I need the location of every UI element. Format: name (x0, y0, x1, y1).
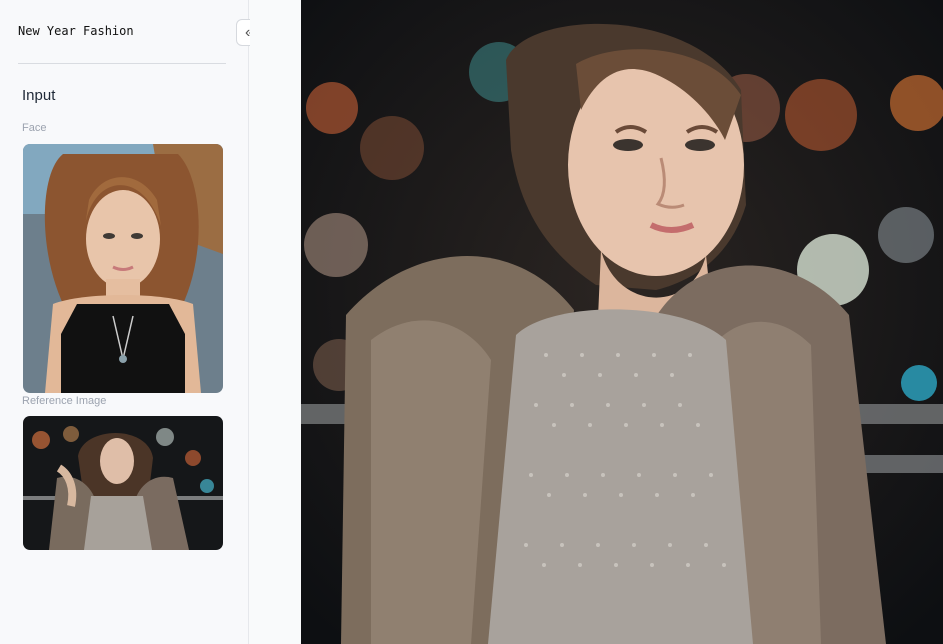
face-image-thumbnail[interactable] (23, 144, 223, 393)
reference-image-label: Reference Image (22, 395, 107, 407)
sidebar: New Year Fashion Input Face Reference Im… (0, 0, 249, 644)
input-section-title: Input (22, 87, 56, 104)
divider (18, 63, 226, 64)
face-label: Face (22, 122, 47, 134)
generated-image[interactable] (301, 0, 943, 644)
reference-image-thumbnail[interactable] (23, 416, 223, 550)
app-title: New Year Fashion (18, 24, 134, 38)
